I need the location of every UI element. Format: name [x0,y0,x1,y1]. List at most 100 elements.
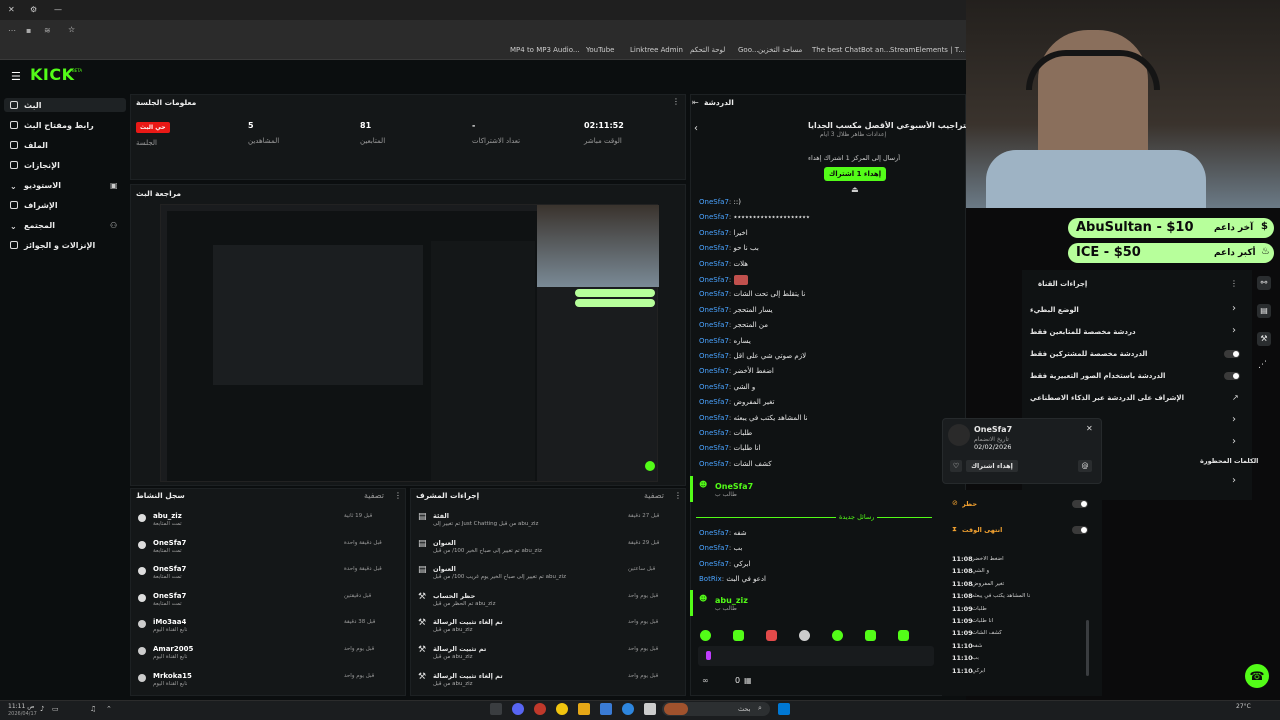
collapse-icon[interactable]: ⇤ [692,98,699,107]
chat-username[interactable]: OneSfa7 [699,460,729,468]
sidebar-item-moderation[interactable]: الإشراف [10,201,58,210]
chat-username[interactable]: OneSfa7 [699,276,729,284]
bookmark-google[interactable]: Goo... [738,46,759,54]
chevron-right-icon[interactable]: › [1232,325,1236,336]
menu-icon[interactable]: ☰ [11,70,21,83]
bookmark-streamelements[interactable]: StreamElements | T... [890,46,965,54]
user-card-name[interactable]: OneSfa7 [974,425,1012,434]
app-icon[interactable] [644,703,656,715]
chat-username[interactable]: OneSfa7 [699,290,729,298]
emote-7[interactable] [898,630,909,641]
stream-preview[interactable] [160,204,659,482]
emote-1[interactable] [700,630,711,641]
close-icon[interactable]: ✕ [1086,424,1093,433]
chat-username[interactable]: OneSfa7 [699,337,729,345]
chat-username[interactable]: OneSfa7 [699,544,729,552]
activity-user[interactable]: OneSfa7 [153,565,186,573]
activity-user[interactable]: abu_ziz [153,512,182,520]
server-icon[interactable]: ▤ [1257,304,1271,318]
activity-filter[interactable]: تصفية [364,491,384,500]
bookmark-chatbot[interactable]: The best ChatBot an... [812,46,890,54]
sidebar-item-studio[interactable]: ⌄ الاستوديو [10,181,61,191]
users-icon[interactable]: ⚇ [110,221,117,230]
chat-username[interactable]: OneSfa7 [699,414,729,422]
sidebar-item-achievements[interactable]: الإنجازات [10,161,60,170]
mention-icon[interactable]: @ [1078,460,1092,472]
chat-username[interactable]: OneSfa7 [699,529,729,537]
activity-user[interactable]: Amar2005 [153,645,193,653]
sidebar-item-stream-key[interactable]: رابط ومفتاح البث [10,121,94,130]
chat-username[interactable]: OneSfa7 [699,198,729,206]
pin-icon[interactable]: ⏏ [851,185,859,194]
taskbar-clock[interactable]: 11:11 ص [8,703,34,710]
grid-icon[interactable]: ▣ [110,181,118,190]
chat-input[interactable] [698,646,934,666]
activity-user[interactable]: Mrkoka15 [153,672,192,680]
chat-username[interactable]: OneSfa7 [699,398,729,406]
gift-icon[interactable]: ▦ [744,676,752,685]
chevron-right-icon[interactable]: › [1232,303,1236,314]
ban-toggle[interactable] [1072,500,1088,508]
bookmark-dashboard[interactable]: لوحة التحكم [690,46,725,54]
emotes-only-toggle[interactable] [1224,372,1240,380]
weather-temp[interactable]: 27°C [1236,703,1251,710]
windows-start-icon[interactable] [778,703,790,715]
chat-username[interactable]: OneSfa7 [699,213,729,221]
timeout-toggle[interactable] [1072,526,1088,534]
shield-icon[interactable]: ▪ [26,26,31,35]
sidebar-item-stream[interactable]: البث [10,101,41,110]
taskview-icon[interactable] [490,703,502,715]
mic-icon[interactable]: ♫ [90,705,96,713]
emote-2[interactable] [733,630,744,641]
wrench-icon[interactable]: ⚒ [1257,332,1271,346]
modlog-filter[interactable]: تصفية [644,491,664,500]
activity-user[interactable]: OneSfa7 [153,592,186,600]
gift-sub-button[interactable]: إهداء 1 اشتراك [824,167,886,181]
star-icon[interactable]: ☆ [68,25,75,34]
store-icon[interactable] [600,703,612,715]
chat-username[interactable]: OneSfa7 [699,383,729,391]
user-card-gift-button[interactable]: إهداء اشتراك [966,460,1018,472]
sidebar-item-drops[interactable]: الإنزالات و الجوائز [10,241,95,250]
history-scrollbar[interactable] [1086,620,1089,676]
chat-username[interactable]: OneSfa7 [699,352,729,360]
chat-username[interactable]: OneSfa7 [699,560,729,568]
extension-icon[interactable]: ⋯ [8,26,16,35]
external-link-icon[interactable]: ↗ [1232,393,1239,402]
more-icon[interactable]: ⋮ [394,491,402,500]
more-icon[interactable]: ⋮ [674,491,682,500]
network-icon[interactable]: ▭ [52,705,59,713]
chat-username[interactable]: OneSfa7 [699,260,729,268]
bookmark-linktree[interactable]: Linktree Admin [630,46,683,54]
emote-5[interactable] [832,630,843,641]
share-icon[interactable]: ⋰ [1258,360,1267,370]
activity-user[interactable]: OneSfa7 [153,539,186,547]
obs-icon[interactable] [534,703,546,715]
chat-bubble-icon[interactable]: ☎ [1245,664,1269,688]
folder-icon[interactable] [578,703,590,715]
chat-username[interactable]: OneSfa7 [699,367,729,375]
chevron-right-icon[interactable]: › [1232,414,1236,425]
subs-only-toggle[interactable] [1224,350,1240,358]
chat-username[interactable]: OneSfa7 [699,321,729,329]
close-icon[interactable]: ✕ [8,5,15,14]
chat-username[interactable]: OneSfa7 [699,429,729,437]
chevron-right-icon[interactable]: › [1232,475,1236,486]
chrome-icon[interactable] [556,703,568,715]
emote-4[interactable] [799,630,810,641]
infinity-icon[interactable]: ∞ [702,676,709,685]
emote-3[interactable] [766,630,777,641]
edge-icon[interactable] [622,703,634,715]
tune-icon[interactable]: ≋ [44,26,51,35]
taskbar-search[interactable]: بحث ⌕ [662,702,770,716]
activity-user[interactable]: iMo3aa4 [153,618,186,626]
more-icon[interactable]: ⋮ [1230,279,1238,288]
highlight-user[interactable]: OneSfa7 [715,482,753,491]
chat-username[interactable]: OneSfa7 [699,229,729,237]
settings-icon[interactable]: ⚙ [30,5,37,14]
sidebar-item-community[interactable]: ⌄ المجتمع [10,221,55,231]
bookmark-storage[interactable]: مساحة التخزين [758,46,802,54]
chevron-right-icon[interactable]: › [1232,436,1236,447]
chat-username[interactable]: OneSfa7 [699,306,729,314]
chevron-up-icon[interactable]: ⌃ [106,705,112,713]
